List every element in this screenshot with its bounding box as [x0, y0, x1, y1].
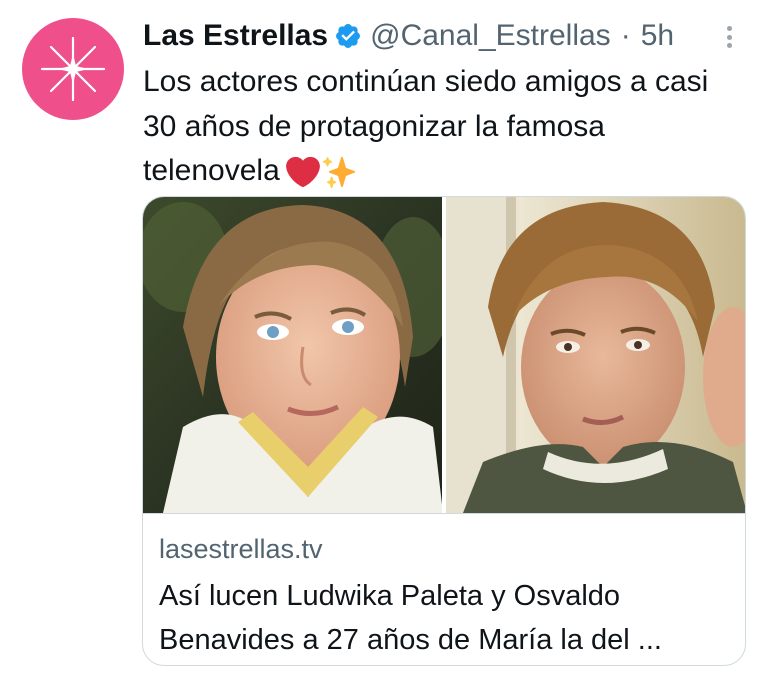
red-heart-icon	[285, 156, 320, 188]
card-domain: lasestrellas.tv	[159, 534, 323, 564]
sparkles-icon	[322, 156, 355, 189]
card-image[interactable]	[143, 197, 745, 513]
photo-left	[143, 197, 453, 513]
timestamp[interactable]: 5h	[641, 14, 674, 58]
card-info[interactable]: lasestrellas.tv Así lucen Ludwika Paleta…	[143, 513, 745, 665]
star-logo-icon	[40, 36, 106, 102]
more-options-icon[interactable]	[720, 22, 738, 52]
user-handle[interactable]: @Canal_Estrellas	[370, 14, 611, 58]
tweet-header: Las Estrellas @Canal_Estrellas · 5h	[143, 14, 674, 58]
verified-badge-icon	[334, 22, 362, 50]
separator-dot: ·	[620, 19, 631, 52]
tweet-body: Los actores continúan siedo amigos a cas…	[143, 65, 709, 187]
card-title: Así lucen Ludwika Paleta y Osvaldo Benav…	[159, 580, 662, 656]
avatar[interactable]	[22, 18, 124, 120]
tweet-text: Los actores continúan siedo amigos a cas…	[143, 60, 743, 194]
link-preview-card[interactable]: lasestrellas.tv Así lucen Ludwika Paleta…	[142, 196, 746, 666]
display-name[interactable]: Las Estrellas	[143, 14, 328, 58]
photo-right	[446, 197, 745, 513]
